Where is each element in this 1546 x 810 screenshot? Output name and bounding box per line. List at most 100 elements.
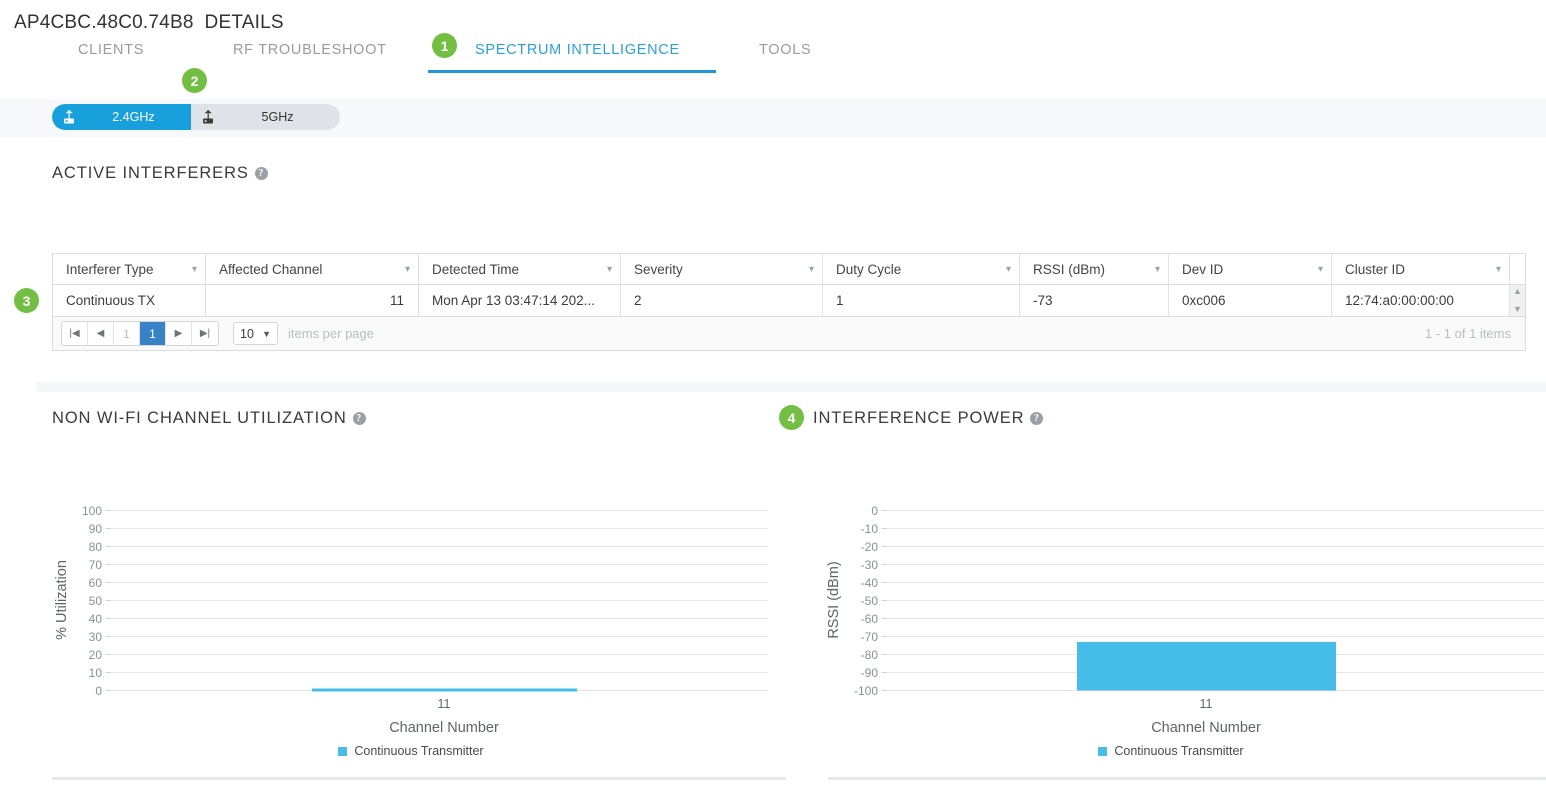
cell-duty-cycle: 1 <box>823 285 1020 316</box>
y-tick-n60: -60 <box>861 612 879 626</box>
pager-last-button[interactable]: ▶| <box>192 322 218 345</box>
table-row[interactable]: Continuous TX 11 Mon Apr 13 03:47:14 202… <box>53 285 1525 317</box>
bar-channel-11[interactable] <box>312 688 577 692</box>
pager-current-page[interactable]: 1 <box>140 322 166 345</box>
tab-spectrum-intelligence[interactable]: SPECTRUM INTELLIGENCE <box>475 42 680 58</box>
y-tick-0: 0 <box>95 684 102 698</box>
column-label: Affected Channel <box>219 262 323 277</box>
cell-severity: 2 <box>621 285 823 316</box>
y-tick-n30: -30 <box>861 558 879 572</box>
band-label-5ghz: 5GHz <box>261 110 294 124</box>
y-tick-10: 10 <box>89 666 103 680</box>
y-tick-70: 70 <box>89 558 103 572</box>
column-label: Detected Time <box>432 262 520 277</box>
cell-interferer-type: Continuous TX <box>53 285 206 316</box>
column-label: RSSI (dBm) <box>1033 262 1106 277</box>
table-vertical-scrollbar[interactable]: ▲ ▼ <box>1509 285 1525 316</box>
chart-legend: Continuous Transmitter <box>796 744 1546 758</box>
x-tick-11: 11 <box>438 697 451 711</box>
page-size-select[interactable]: 10 ▼ <box>233 322 278 345</box>
help-icon[interactable]: ? <box>1030 412 1044 425</box>
y-tick-n70: -70 <box>861 630 879 644</box>
y-tick-90: 90 <box>89 522 103 536</box>
band-button-2-4ghz[interactable]: 2.4GHz <box>52 104 191 130</box>
cell-cluster-id: 12:74:a0:00:00:00 <box>1332 285 1510 316</box>
scroll-up-icon[interactable]: ▲ <box>1513 287 1522 296</box>
bar-channel-11[interactable] <box>1077 642 1336 691</box>
chart-title-text: INTERFERENCE POWER <box>813 409 1025 427</box>
chevron-down-icon[interactable]: ▾ <box>809 264 814 275</box>
column-header-interferer-type[interactable]: Interferer Type ▾ <box>53 254 206 285</box>
pager-next-button[interactable]: ▶ <box>166 322 192 345</box>
y-tick-0: 0 <box>871 504 878 518</box>
non-wifi-channel-utilization-title: NON WI-FI CHANNEL UTILIZATION? <box>52 409 366 428</box>
chevron-down-icon[interactable]: ▾ <box>192 264 197 275</box>
y-tick-20: 20 <box>89 648 103 662</box>
section-divider <box>36 382 1546 392</box>
column-header-rssi[interactable]: RSSI (dBm) ▾ <box>1020 254 1169 285</box>
active-interferers-title: ACTIVE INTERFERERS? <box>52 164 268 183</box>
chevron-down-icon[interactable]: ▾ <box>405 264 410 275</box>
chevron-down-icon[interactable]: ▾ <box>1318 264 1323 275</box>
column-header-cluster-id[interactable]: Cluster ID ▾ <box>1332 254 1510 285</box>
help-icon[interactable]: ? <box>254 167 268 180</box>
y-tick-n50: -50 <box>861 594 879 608</box>
step-badge-1: 1 <box>432 33 457 58</box>
access-point-icon <box>203 110 213 124</box>
active-tab-underline <box>428 70 716 73</box>
tab-rf-troubleshoot[interactable]: RF TROUBLESHOOT <box>233 42 387 58</box>
item-count-label: 1 - 1 of 1 items <box>1425 326 1511 341</box>
column-header-detected-time[interactable]: Detected Time ▾ <box>419 254 621 285</box>
y-tick-100: 100 <box>82 504 102 518</box>
interference-power-panel: 0 -10 -20 -30 -40 -50 -60 -70 -80 -90 -1… <box>796 440 1546 780</box>
cell-affected-channel: 11 <box>206 285 419 316</box>
column-label: Dev ID <box>1182 262 1224 277</box>
panel-bottom-rule <box>52 777 786 780</box>
y-tick-n20: -20 <box>861 540 879 554</box>
pager-prev-button[interactable]: ◀ <box>88 322 114 345</box>
tab-bar: CLIENTS RF TROUBLESHOOT SPECTRUM INTELLI… <box>0 42 1546 73</box>
column-header-dev-id[interactable]: Dev ID ▾ <box>1169 254 1332 285</box>
y-tick-n10: -10 <box>861 522 879 536</box>
chart-gridlines <box>110 510 768 691</box>
chevron-down-icon[interactable]: ▾ <box>1496 264 1501 275</box>
chevron-down-icon[interactable]: ▾ <box>1006 264 1011 275</box>
band-button-5ghz[interactable]: 5GHz <box>191 104 340 130</box>
column-header-severity[interactable]: Severity ▾ <box>621 254 823 285</box>
scroll-down-icon[interactable]: ▼ <box>1513 305 1522 314</box>
chevron-down-icon[interactable]: ▾ <box>607 264 612 275</box>
step-badge-2: 2 <box>182 68 207 93</box>
interference-power-chart: 0 -10 -20 -30 -40 -50 -60 -70 -80 -90 -1… <box>826 504 1544 736</box>
pager: |◀ ◀ 1 1 ▶ ▶| <box>61 321 219 346</box>
pager-page-input[interactable]: 1 <box>114 322 140 345</box>
help-icon[interactable]: ? <box>352 412 366 425</box>
y-tick-80: 80 <box>89 540 103 554</box>
column-header-affected-channel[interactable]: Affected Channel ▾ <box>206 254 419 285</box>
y-tick-60: 60 <box>89 576 103 590</box>
column-label: Severity <box>634 262 683 277</box>
column-label: Duty Cycle <box>836 262 902 277</box>
column-label: Interferer Type <box>66 262 154 277</box>
cell-rssi: -73 <box>1020 285 1169 316</box>
y-axis-title: RSSI (dBm) <box>826 561 842 638</box>
active-interferers-title-text: ACTIVE INTERFERERS <box>52 164 249 182</box>
y-tick-50: 50 <box>89 594 103 608</box>
interference-power-title: INTERFERENCE POWER? <box>813 409 1044 428</box>
y-tick-n100: -100 <box>854 684 878 698</box>
active-interferers-table: Interferer Type ▾ Affected Channel ▾ Det… <box>52 253 1526 351</box>
step-badge-3: 3 <box>14 288 39 313</box>
chart-legend: Continuous Transmitter <box>36 744 786 758</box>
legend-swatch-continuous-transmitter <box>338 746 348 756</box>
column-header-duty-cycle[interactable]: Duty Cycle ▾ <box>823 254 1020 285</box>
page-title: AP4CBC.48C0.74B8 DETAILS <box>14 12 284 33</box>
tab-tools[interactable]: TOOLS <box>759 42 811 58</box>
chevron-down-icon[interactable]: ▾ <box>1155 264 1160 275</box>
chart-title-text: NON WI-FI CHANNEL UTILIZATION <box>52 409 347 427</box>
legend-label-continuous-transmitter: Continuous Transmitter <box>1114 744 1244 758</box>
pager-first-button[interactable]: |◀ <box>62 322 88 345</box>
cell-detected-time: Mon Apr 13 03:47:14 202... <box>419 285 621 316</box>
y-tick-n40: -40 <box>861 576 879 590</box>
tab-clients[interactable]: CLIENTS <box>78 42 144 58</box>
x-tick-11: 11 <box>1200 697 1213 711</box>
table-header-row: Interferer Type ▾ Affected Channel ▾ Det… <box>53 254 1525 285</box>
